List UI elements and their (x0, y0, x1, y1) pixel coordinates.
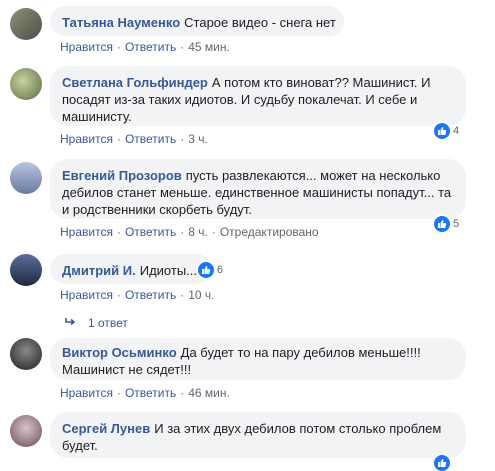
reply-arrow-icon (64, 316, 76, 330)
avatar[interactable] (10, 162, 42, 194)
reaction-number: 4 (453, 125, 460, 137)
avatar[interactable] (10, 338, 42, 370)
comment-author[interactable]: Дмитрий И. (62, 263, 136, 278)
comment-bubble: Татьяна Науменко Старое видео - снега нет (50, 6, 344, 36)
comment-timestamp[interactable]: 45 мин. (188, 40, 230, 54)
comment-timestamp[interactable]: 46 мин. (188, 386, 230, 400)
reaction-number: 6 (217, 264, 224, 276)
reply-link[interactable]: Ответить (125, 225, 176, 239)
comment-actions: Нравится · Ответить · 3 ч. (60, 132, 208, 146)
like-link[interactable]: Нравится (60, 132, 113, 146)
comment-text: Идиоты... (139, 263, 198, 278)
reply-link[interactable]: Ответить (125, 132, 176, 146)
reaction-icon[interactable] (434, 455, 453, 471)
comment-text: Старое видео - снега нет (184, 15, 336, 30)
comment-bubble: Сергей Лунев И за этих двух дебилов потом… (50, 412, 466, 458)
view-replies-link[interactable]: 1 ответ (64, 316, 128, 330)
thumbs-up-icon (434, 455, 450, 471)
thumbs-up-icon (434, 123, 450, 139)
reply-link[interactable]: Ответить (125, 386, 176, 400)
reaction-count[interactable]: 6 (198, 262, 223, 278)
avatar[interactable] (10, 68, 42, 100)
like-link[interactable]: Нравится (60, 40, 113, 54)
thumbs-up-icon (198, 262, 214, 278)
edited-label[interactable]: Отредактировано (220, 225, 319, 239)
comment-author[interactable]: Виктор Осьминко (62, 345, 177, 360)
comment-timestamp[interactable]: 10 ч. (188, 288, 214, 302)
replies-count[interactable]: 1 ответ (88, 316, 128, 330)
comment-bubble: Виктор Осьминко Да будет то на пару дебил… (50, 338, 466, 380)
like-link[interactable]: Нравится (60, 225, 113, 239)
comment-actions: Нравится · Ответить · 45 мин. (60, 40, 230, 54)
reaction-count[interactable]: 4 (434, 123, 459, 139)
thumbs-up-icon (434, 216, 450, 232)
comment-bubble: Дмитрий И. Идиоты... (50, 254, 212, 284)
like-link[interactable]: Нравится (60, 288, 113, 302)
like-link[interactable]: Нравится (60, 386, 113, 400)
comment-timestamp[interactable]: 8 ч. (188, 225, 208, 239)
avatar[interactable] (10, 415, 42, 447)
comment-author[interactable]: Сергей Лунев (62, 421, 150, 436)
comment-bubble: Светлана Гольфиндер А потом кто виноват??… (50, 66, 466, 126)
comment-author[interactable]: Евгений Прозоров (62, 168, 182, 183)
comment-actions: Нравится · Ответить · 10 ч. (60, 288, 215, 302)
avatar[interactable] (10, 254, 42, 286)
comment-actions: Нравится · Ответить · 46 мин. (60, 386, 230, 400)
reply-link[interactable]: Ответить (125, 288, 176, 302)
reaction-count[interactable]: 5 (434, 216, 459, 232)
reaction-number: 5 (453, 218, 460, 230)
comment-bubble: Евгений Прозоров пусть развлекаются... мо… (50, 159, 466, 219)
avatar[interactable] (10, 8, 42, 40)
comment-author[interactable]: Татьяна Науменко (62, 15, 180, 30)
comment-author[interactable]: Светлана Гольфиндер (62, 75, 208, 90)
comment-timestamp[interactable]: 3 ч. (188, 132, 208, 146)
comment-actions: Нравится · Ответить · 8 ч. · Отредактировано (60, 225, 319, 239)
reply-link[interactable]: Ответить (125, 40, 176, 54)
